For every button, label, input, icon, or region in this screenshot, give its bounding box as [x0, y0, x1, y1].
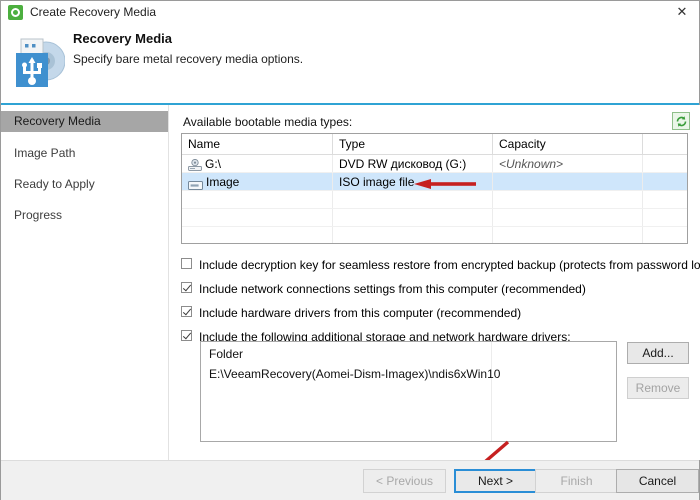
cell-name-text: Image — [206, 175, 240, 189]
list-item[interactable]: E:\VeeamRecovery(Aomei-Dism-Imagex)\ndis… — [209, 367, 500, 381]
checkbox-label: Include hardware drivers from this compu… — [199, 305, 522, 320]
cell-type: DVD RW дисковод (G:) — [332, 155, 492, 172]
sidebar-item-recovery-media[interactable]: Recovery Media — [1, 111, 168, 132]
sidebar-item-progress[interactable]: Progress — [1, 205, 168, 226]
cell-empty — [182, 209, 332, 226]
dialog-window: Create Recovery Media ✕ Recovery Media S… — [0, 0, 700, 500]
table-row-empty[interactable] — [182, 209, 687, 227]
media-types-label: Available bootable media types: — [183, 115, 353, 129]
cancel-button[interactable]: Cancel — [616, 469, 699, 493]
wizard-steps-sidebar: Recovery Media Image Path Ready to Apply… — [1, 105, 168, 460]
cell-empty — [492, 209, 642, 226]
sidebar-item-ready-to-apply[interactable]: Ready to Apply — [1, 174, 168, 195]
next-button[interactable]: Next > — [454, 469, 537, 493]
table-header-row: Name Type Capacity — [182, 134, 687, 155]
refresh-icon[interactable] — [672, 112, 690, 130]
close-icon[interactable]: ✕ — [665, 1, 699, 23]
cell-empty — [492, 191, 642, 208]
recovery-app-icon — [8, 5, 23, 20]
title-bar: Create Recovery Media ✕ — [1, 1, 699, 25]
dialog-footer: < Previous Next > Finish Cancel — [1, 460, 699, 500]
column-header-type[interactable]: Type — [332, 134, 492, 154]
cell-empty — [642, 227, 687, 243]
content-pane: Available bootable media types: Name Typ… — [168, 105, 700, 460]
cell-capacity: <Unknown> — [492, 155, 642, 172]
page-subtitle: Specify bare metal recovery media option… — [73, 52, 304, 66]
cell-empty — [642, 191, 687, 208]
checkbox-label: Include decryption key for seamless rest… — [199, 257, 700, 272]
checkbox-include-decryption-key[interactable]: Include decryption key for seamless rest… — [181, 257, 700, 273]
optical-drive-icon — [188, 158, 202, 171]
checkbox-box[interactable] — [181, 330, 192, 342]
previous-button: < Previous — [363, 469, 446, 493]
cell-empty — [492, 227, 642, 243]
checkbox-box[interactable] — [181, 306, 192, 318]
column-divider — [491, 342, 492, 441]
iso-file-icon — [188, 177, 203, 190]
cell-name: Image — [182, 173, 332, 190]
finish-button: Finish — [535, 469, 618, 493]
table-row-empty[interactable] — [182, 227, 687, 243]
checkbox-box[interactable] — [181, 282, 192, 294]
folder-column-header[interactable]: Folder — [209, 347, 243, 361]
checkbox-include-hardware-drivers[interactable]: Include hardware drivers from this compu… — [181, 305, 521, 321]
column-header-name[interactable]: Name — [182, 134, 332, 154]
usb-disc-media-icon — [9, 30, 66, 92]
checkbox-include-network-settings[interactable]: Include network connections settings fro… — [181, 281, 586, 297]
cell-empty — [642, 209, 687, 226]
cell-empty — [332, 209, 492, 226]
add-button[interactable]: Add... — [627, 342, 689, 364]
table-row[interactable]: G:\ DVD RW дисковод (G:) <Unknown> — [182, 155, 687, 173]
cell-capacity — [492, 173, 642, 190]
table-row-empty[interactable] — [182, 191, 687, 209]
column-header-extra[interactable] — [642, 134, 687, 154]
cell-empty — [182, 191, 332, 208]
driver-folder-list[interactable]: Folder E:\VeeamRecovery(Aomei-Dism-Image… — [200, 341, 617, 442]
bootable-media-table[interactable]: Name Type Capacity G:\ DVD RW дисковод (… — [181, 133, 688, 244]
sidebar-item-image-path[interactable]: Image Path — [1, 143, 168, 164]
checkbox-label: Include network connections settings fro… — [199, 281, 586, 296]
cell-extra — [642, 155, 687, 172]
column-header-capacity[interactable]: Capacity — [492, 134, 642, 154]
cell-type: ISO image file — [332, 173, 492, 190]
window-title: Create Recovery Media — [30, 5, 157, 19]
cell-empty — [332, 227, 492, 243]
page-title: Recovery Media — [73, 31, 172, 46]
cell-extra — [642, 173, 687, 190]
remove-button: Remove — [627, 377, 689, 399]
cell-empty — [182, 227, 332, 243]
table-row[interactable]: Image ISO image file — [182, 173, 687, 191]
checkbox-box[interactable] — [181, 258, 192, 270]
cell-name: G:\ — [182, 155, 332, 172]
cell-empty — [332, 191, 492, 208]
cell-name-text: G:\ — [205, 157, 222, 171]
dialog-header: Recovery Media Specify bare metal recove… — [1, 24, 699, 105]
